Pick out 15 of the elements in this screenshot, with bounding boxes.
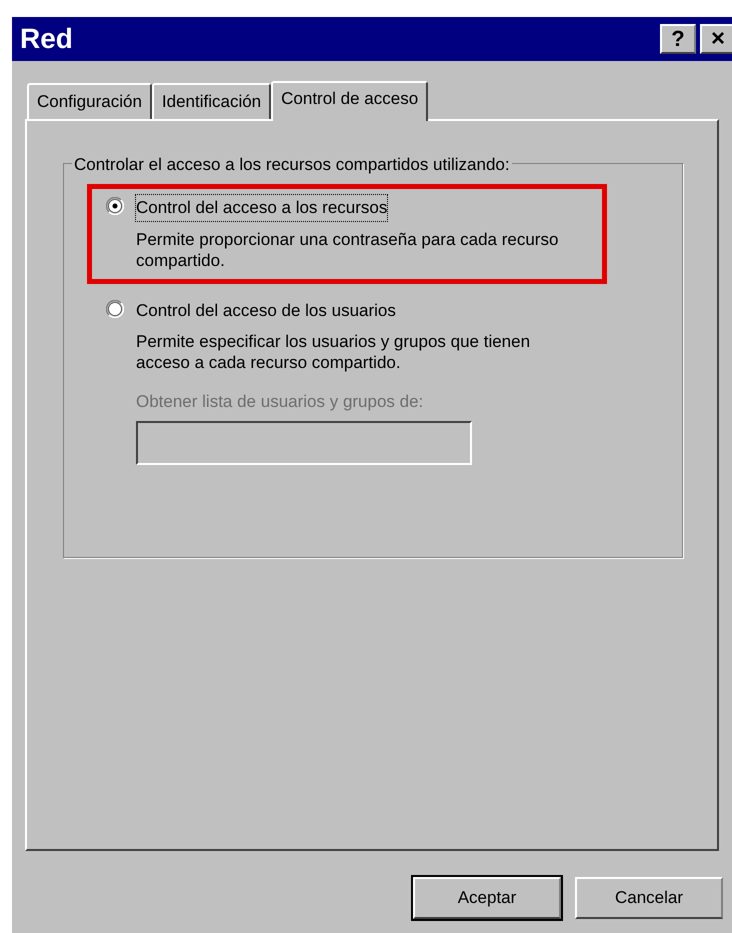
radio-label[interactable]: Control del acceso de los usuarios [136, 298, 396, 323]
tab[interactable]: Configuración [27, 83, 152, 119]
close-button[interactable]: × [700, 24, 732, 54]
source-label: Obtener lista de usuarios y grupos de: [136, 391, 424, 413]
tab[interactable]: Identificación [152, 83, 272, 119]
radio-button[interactable] [106, 197, 124, 215]
option-description: Permite proporcionar una contraseña para cada recurso compartido. [136, 228, 560, 270]
radio-button[interactable] [106, 300, 124, 318]
tab[interactable]: Control de acceso [271, 81, 428, 121]
help-button[interactable]: ? [660, 24, 696, 54]
dialog-button[interactable]: Aceptar [413, 877, 561, 919]
dialog-button[interactable]: Cancelar [575, 877, 723, 919]
window-title: Red [20, 22, 73, 56]
option-description: Permite especificar los usuarios y grupos que tienen acceso a cada recurso compartido. [136, 331, 532, 373]
radio-label[interactable]: Control del acceso a los recursos [136, 195, 388, 220]
